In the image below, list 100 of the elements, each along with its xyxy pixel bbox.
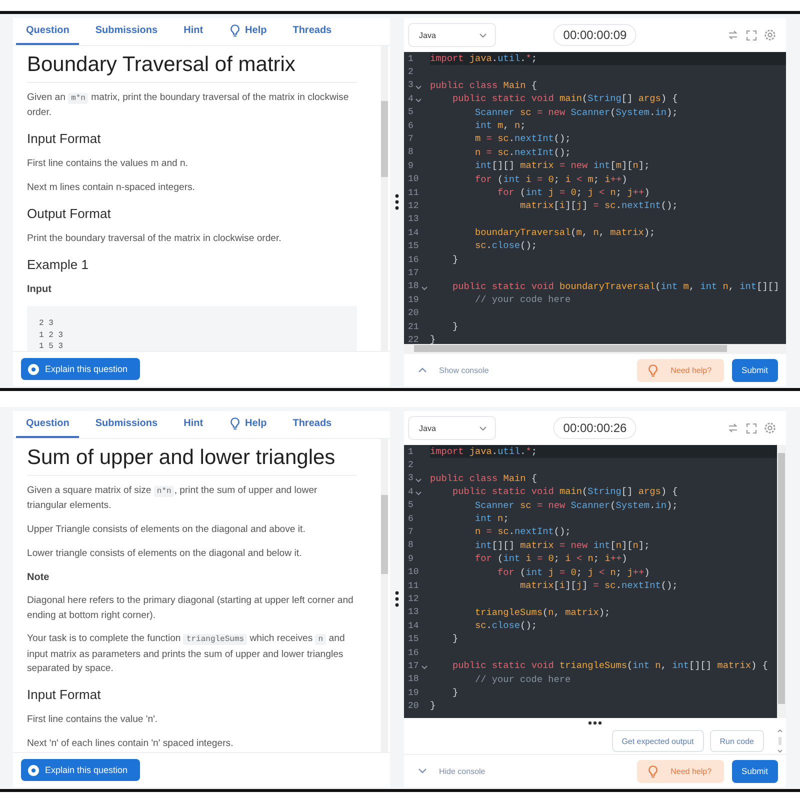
code-line: for (int i = 0; i < m; i++): [474, 172, 628, 186]
settings-icon[interactable]: [764, 422, 776, 434]
code-line: }: [452, 252, 460, 266]
line-number: 10: [408, 174, 419, 184]
line-number: 5: [408, 107, 414, 118]
submit-button[interactable]: Submit: [732, 358, 778, 382]
code-line: }: [452, 320, 460, 334]
code-line: // your code here: [474, 293, 572, 306]
console-toggle[interactable]: Hide console: [412, 766, 492, 776]
section-heading: Input Format: [27, 130, 102, 148]
caret-icon: [479, 32, 487, 38]
code-line: }: [430, 699, 437, 713]
question-title: Boundary Traversal of matrix: [27, 50, 357, 83]
caret-icon: [479, 426, 487, 430]
fullscreen-icon[interactable]: [746, 30, 757, 40]
code-line: }: [430, 333, 437, 344]
paragraph: Lower triangle consists of elements on the diagonal and below it.: [27, 547, 303, 562]
help-circle-icon: [28, 764, 39, 776]
line-number: 17: [408, 268, 419, 278]
drag-handle-icon[interactable]: [588, 721, 602, 725]
scrollbar[interactable]: [381, 439, 388, 752]
line-number: 13: [408, 214, 419, 224]
tab[interactable]: Hint: [174, 18, 214, 45]
drag-handle-icon[interactable]: [395, 194, 399, 210]
subheading: Input: [27, 283, 52, 298]
scrollbar[interactable]: [404, 344, 786, 353]
caret-icon[interactable]: [415, 98, 422, 104]
language-select[interactable]: Java: [408, 416, 496, 440]
line-number: 15: [408, 634, 419, 644]
tab[interactable]: Submissions: [85, 18, 168, 45]
console-button[interactable]: Run code: [710, 730, 764, 752]
explain-button[interactable]: Explain this question: [21, 358, 140, 380]
line-number: 10: [408, 567, 419, 578]
line-number: 19: [408, 294, 419, 305]
line-number: 21: [408, 322, 419, 332]
caret-icon[interactable]: [415, 491, 422, 496]
code-line: }: [452, 686, 460, 700]
code-line: int m, n;: [474, 118, 527, 132]
paragraph: Next 'n' of each lines contain 'n' spaced integers.: [27, 737, 234, 752]
tab[interactable]: Help: [219, 18, 277, 45]
question-title: Sum of upper and lower triangles: [27, 443, 357, 476]
line-number: 8: [408, 147, 414, 158]
line-number: 19: [408, 688, 419, 698]
language-select[interactable]: Java: [408, 23, 496, 47]
tab[interactable]: Hint: [174, 411, 214, 438]
tab[interactable]: Threads: [282, 18, 342, 45]
scrollbar[interactable]: [777, 445, 786, 718]
settings-icon[interactable]: [764, 29, 776, 41]
line-number: 7: [408, 134, 414, 144]
line-number: 16: [408, 648, 419, 658]
tab[interactable]: Help: [219, 411, 277, 438]
code-line: public static void main(String[] args) {: [452, 92, 679, 106]
line-number: 7: [408, 527, 414, 538]
line-number: 9: [408, 554, 414, 564]
code-line: int[][] matrix = new int[m][n];: [474, 159, 651, 173]
caret-icon[interactable]: [420, 286, 428, 291]
bulb-icon: [229, 24, 242, 37]
swap-icon[interactable]: [727, 422, 739, 434]
paragraph: Next m lines contain n-spaced integers.: [27, 181, 196, 196]
console-toggle[interactable]: Show console: [412, 366, 495, 374]
swap-icon[interactable]: [727, 29, 739, 41]
line-number: 18: [408, 674, 419, 684]
line-number: 5: [408, 500, 414, 510]
fullscreen-icon[interactable]: [746, 422, 757, 434]
submit-button[interactable]: Submit: [732, 760, 778, 782]
need-help-button[interactable]: Need help?: [636, 358, 724, 382]
code-line: Scanner sc = new Scanner(System.in);: [474, 106, 679, 119]
code-line: public static void triangleSums(int n, int[][] matrix) {: [452, 659, 769, 673]
code-line: m = sc.nextInt();: [474, 132, 572, 146]
code-block: 2 3 1 2 3 1 5 3: [27, 306, 357, 351]
line-number: 12: [408, 594, 419, 604]
code-line: sc.close();: [474, 619, 538, 632]
drag-handle-icon[interactable]: [395, 591, 399, 607]
tab[interactable]: Threads: [282, 411, 342, 438]
explain-button[interactable]: Explain this question: [21, 759, 140, 781]
need-help-button[interactable]: Need help?: [636, 760, 724, 782]
line-number: 8: [408, 540, 414, 550]
line-number: 22: [408, 334, 419, 344]
caret-icon[interactable]: [420, 665, 428, 670]
code-editor[interactable]: [404, 52, 786, 344]
tab[interactable]: Question: [16, 18, 80, 45]
code-line: Scanner sc = new Scanner(System.in);: [474, 498, 679, 512]
scrollbar[interactable]: [777, 728, 783, 754]
caret-icon[interactable]: [415, 478, 422, 483]
line-number: 17: [408, 660, 419, 671]
caret-icon[interactable]: [415, 84, 422, 90]
subheading: Note: [27, 571, 50, 586]
line-number: 4: [408, 94, 414, 104]
line-number: 14: [408, 620, 419, 631]
paragraph: Print the boundary traversal of the matrix in clockwise order.: [27, 232, 282, 246]
code-editor[interactable]: [404, 445, 777, 718]
tab[interactable]: Submissions: [85, 411, 168, 438]
bulb-icon: [646, 364, 659, 376]
console-button[interactable]: Get expected output: [612, 730, 704, 752]
paragraph: Your task is to complete the function triangleSums which receives n and input matrix as parameters and prints the sum of upper and lower triangles separated by space.: [27, 632, 346, 676]
line-number: 15: [408, 241, 419, 252]
code-line: for (int j = 0; j < n; j++): [496, 186, 651, 200]
scrollbar[interactable]: [381, 46, 388, 351]
line-number: 3: [408, 473, 414, 484]
tab[interactable]: Question: [16, 411, 80, 438]
